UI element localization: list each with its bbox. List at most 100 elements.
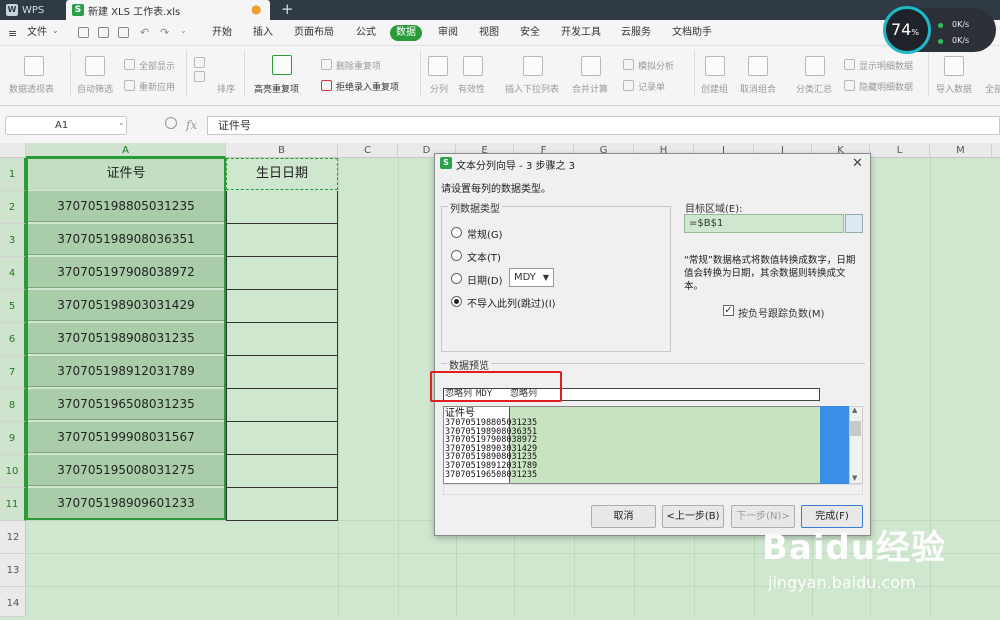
validity-icon[interactable] xyxy=(463,56,483,76)
menu-start[interactable]: 开始 xyxy=(212,25,232,41)
radio-general[interactable] xyxy=(451,227,462,238)
chevron-down-icon[interactable]: ⌄ xyxy=(52,26,59,35)
pivot-table-icon[interactable] xyxy=(24,56,44,76)
reject-duplicates-button[interactable]: 拒绝录入重复项 xyxy=(336,80,399,93)
simulate-button[interactable]: 模拟分析 xyxy=(638,59,674,72)
range-picker-icon[interactable] xyxy=(845,214,863,233)
row-header-10[interactable]: 10 xyxy=(0,455,26,488)
reapply-button[interactable]: 重新应用 xyxy=(139,80,175,93)
preview-scroll-thumb[interactable] xyxy=(850,421,861,436)
menu-file[interactable]: 文件 xyxy=(27,25,47,41)
date-format-select[interactable]: MDY ▼ xyxy=(509,268,554,287)
menu-developer[interactable]: 开发工具 xyxy=(561,25,601,41)
scroll-down-icon[interactable]: ▼ xyxy=(852,474,857,482)
sort-desc-icon[interactable] xyxy=(194,71,205,82)
radio-date-label[interactable]: 日期(D) xyxy=(467,272,503,287)
negative-sign-checkbox-label[interactable]: 按负号跟踪负数(M) xyxy=(738,305,824,320)
row-header-9[interactable]: 9 xyxy=(0,422,26,455)
delete-duplicates-icon[interactable] xyxy=(321,59,332,70)
simulate-icon[interactable] xyxy=(623,59,634,70)
data-preview-area[interactable]: 证件号 370705198805031235 370705198908036351 3… xyxy=(443,406,849,484)
delete-duplicates-button[interactable]: 删除重复项 xyxy=(336,59,381,72)
show-detail-icon[interactable] xyxy=(844,59,855,70)
cell-b11[interactable] xyxy=(226,488,338,521)
menu-security[interactable]: 安全 xyxy=(520,25,540,41)
cell-b3[interactable] xyxy=(226,224,338,257)
cell-b6[interactable] xyxy=(226,323,338,356)
record-button[interactable]: 记录单 xyxy=(638,80,665,93)
cancel-button[interactable]: 取消 xyxy=(591,505,656,528)
cell-b5[interactable] xyxy=(226,290,338,323)
row-header-11[interactable]: 11 xyxy=(0,488,26,521)
ungroup-button[interactable]: 取消组合 xyxy=(740,82,776,95)
autofilter-button[interactable]: 自动筛选 xyxy=(77,82,113,95)
row-header-2[interactable]: 2 xyxy=(0,191,26,224)
document-tab[interactable]: S 新建 XLS 工作表.xls xyxy=(66,0,270,20)
import-data-icon[interactable] xyxy=(944,56,964,76)
show-all-button[interactable]: 全部显示 xyxy=(139,59,175,72)
radio-text[interactable] xyxy=(451,250,462,261)
sort-asc-icon[interactable] xyxy=(194,57,205,68)
create-group-button[interactable]: 创建组 xyxy=(701,82,728,95)
show-detail-button[interactable]: 显示明细数据 xyxy=(859,59,913,72)
radio-skip-label[interactable]: 不导入此列(跳过)(I) xyxy=(467,295,556,310)
wps-home-tab[interactable]: W WPS xyxy=(0,0,62,20)
create-group-icon[interactable] xyxy=(705,56,725,76)
undo-icon[interactable]: ↶ xyxy=(140,26,149,39)
hide-detail-icon[interactable] xyxy=(844,80,855,91)
redo-icon[interactable]: ↷ xyxy=(160,26,169,39)
menu-data[interactable]: 数据 xyxy=(390,25,422,41)
cell-b1[interactable]: 生日日期 xyxy=(226,158,338,190)
save-icon[interactable] xyxy=(78,27,89,38)
row-header-7[interactable]: 7 xyxy=(0,356,26,389)
menu-review[interactable]: 审阅 xyxy=(438,25,458,41)
split-columns-icon[interactable] xyxy=(428,56,448,76)
row-header-6[interactable]: 6 xyxy=(0,323,26,356)
cell-b9[interactable] xyxy=(226,422,338,455)
target-range-input[interactable]: =$B$1 xyxy=(684,214,844,233)
select-all-corner[interactable] xyxy=(0,143,26,158)
menu-view[interactable]: 视图 xyxy=(479,25,499,41)
name-box[interactable]: A1 xyxy=(5,116,127,135)
preview-vertical-scrollbar[interactable] xyxy=(849,406,863,484)
radio-general-label[interactable]: 常规(G) xyxy=(467,226,503,241)
cell-b10[interactable] xyxy=(226,455,338,488)
row-header-3[interactable]: 3 xyxy=(0,224,26,257)
subtotal-button[interactable]: 分类汇总 xyxy=(796,82,832,95)
highlight-duplicates-button[interactable]: 高亮重复项 xyxy=(254,82,299,95)
name-box-dropdown-icon[interactable]: ⌄ xyxy=(118,118,125,127)
cell-b7[interactable] xyxy=(226,356,338,389)
column-header-m[interactable]: M xyxy=(930,143,992,158)
formula-input[interactable]: 证件号 xyxy=(207,116,1000,135)
consolidate-button[interactable]: 合并计算 xyxy=(572,82,608,95)
cell-b4[interactable] xyxy=(226,257,338,290)
column-header-a[interactable]: A xyxy=(26,143,226,158)
radio-skip[interactable] xyxy=(451,296,462,307)
autofilter-icon[interactable] xyxy=(85,56,105,76)
column-header-l[interactable]: L xyxy=(870,143,930,158)
fx-icon[interactable]: fx xyxy=(186,118,197,132)
highlight-duplicates-icon[interactable] xyxy=(272,55,292,75)
menu-doc-assistant[interactable]: 文档助手 xyxy=(672,25,712,41)
all-button[interactable]: 全部 xyxy=(985,82,1000,95)
column-header-b[interactable]: B xyxy=(226,143,338,158)
reapply-icon[interactable] xyxy=(124,80,135,91)
menu-page-layout[interactable]: 页面布局 xyxy=(294,25,334,41)
hamburger-icon[interactable]: ≡ xyxy=(8,27,17,40)
row-header-1[interactable]: 1 xyxy=(0,158,26,191)
print-preview-icon[interactable] xyxy=(118,27,129,38)
import-data-button[interactable]: 导入数据 xyxy=(936,82,972,95)
show-all-icon[interactable] xyxy=(124,59,135,70)
radio-text-label[interactable]: 文本(T) xyxy=(467,249,501,264)
consolidate-icon[interactable] xyxy=(581,56,601,76)
hide-detail-button[interactable]: 隐藏明细数据 xyxy=(859,80,913,93)
insert-dropdown-button[interactable]: 插入下拉列表 xyxy=(505,82,559,95)
negative-sign-checkbox[interactable]: ✓ xyxy=(723,305,734,316)
row-header-12[interactable]: 12 xyxy=(0,521,26,554)
record-icon[interactable] xyxy=(623,80,634,91)
cell-b2[interactable] xyxy=(226,191,338,224)
preview-horizontal-scrollbar[interactable] xyxy=(443,484,863,495)
column-header-c[interactable]: C xyxy=(338,143,398,158)
row-header-14[interactable]: 14 xyxy=(0,587,26,617)
new-tab-button[interactable]: + xyxy=(281,0,294,20)
